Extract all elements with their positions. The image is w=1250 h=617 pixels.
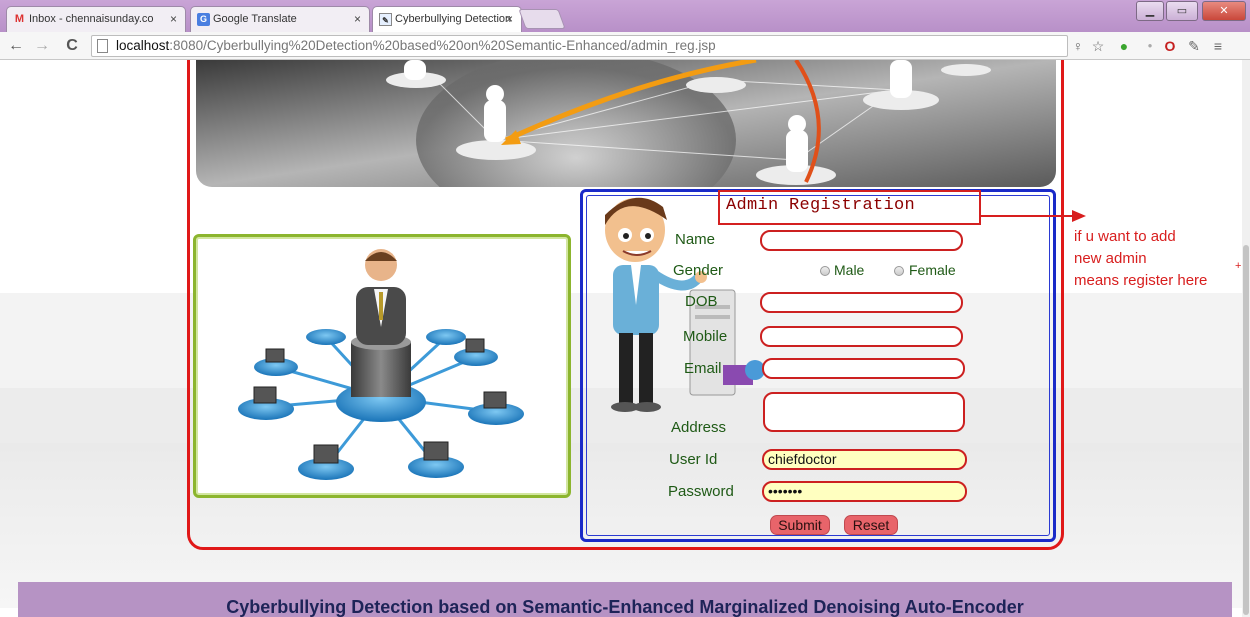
gender-label: Gender bbox=[673, 262, 724, 279]
address-bar[interactable]: localhost:8080/Cyberbullying%20Detection… bbox=[91, 35, 1068, 57]
network-illustration bbox=[193, 234, 571, 498]
annotation-line: if u want to add bbox=[1074, 228, 1176, 245]
userid-field[interactable]: chiefdoctor bbox=[762, 449, 967, 470]
eyedropper-icon[interactable]: ✎ bbox=[1184, 37, 1204, 55]
gmail-icon: M bbox=[14, 13, 25, 25]
gender-male-label: Male bbox=[834, 262, 865, 278]
gender-female-radio[interactable] bbox=[894, 266, 904, 276]
footer-title: Cyberbullying Detection based on Semanti… bbox=[226, 597, 1024, 617]
browser-toolbar: ← → C localhost:8080/Cyberbullying%20Det… bbox=[0, 32, 1250, 60]
userid-label: User Id bbox=[669, 451, 718, 468]
back-icon[interactable]: ← bbox=[6, 36, 26, 56]
tab-close-icon[interactable]: × bbox=[170, 12, 177, 26]
page-info-icon bbox=[97, 39, 108, 53]
new-tab-button[interactable] bbox=[518, 9, 566, 29]
extension-dot-icon[interactable]: ● bbox=[1140, 37, 1160, 55]
tab-google-translate[interactable]: G Google Translate × bbox=[190, 6, 370, 32]
password-label: Password bbox=[668, 483, 734, 500]
address-label: Address bbox=[671, 419, 727, 436]
tab-cyberbullying-detection[interactable]: ✎ Cyberbullying Detection × bbox=[372, 6, 522, 32]
opera-extension-icon[interactable]: O bbox=[1160, 37, 1180, 55]
cartoon-man-illustration bbox=[605, 197, 765, 412]
reset-button[interactable]: Reset bbox=[844, 515, 898, 535]
password-field[interactable]: ••••••• bbox=[762, 481, 967, 502]
name-label: Name bbox=[675, 231, 716, 248]
reload-icon[interactable]: C bbox=[62, 36, 82, 56]
tab-close-icon[interactable]: × bbox=[354, 12, 361, 26]
url-host: localhost bbox=[116, 38, 170, 53]
address-field[interactable] bbox=[763, 392, 965, 432]
email-field[interactable] bbox=[762, 358, 965, 379]
page-content: Admin Registration Name Gender DOB Mobil… bbox=[0, 60, 1242, 617]
tab-close-icon[interactable]: × bbox=[506, 12, 513, 26]
bookmark-star-icon[interactable]: ☆ bbox=[1088, 37, 1108, 55]
tab-title: Inbox - chennaisunday.co bbox=[29, 13, 154, 25]
minimize-button[interactable]: ▁ bbox=[1136, 1, 1164, 21]
name-field[interactable] bbox=[760, 230, 963, 251]
footer-bar: Cyberbullying Detection based on Semanti… bbox=[18, 582, 1232, 617]
annotation-line: means register here bbox=[1074, 272, 1208, 289]
dob-field[interactable] bbox=[760, 292, 963, 313]
evernote-extension-icon[interactable]: ● bbox=[1114, 37, 1134, 55]
annotation-plus: + bbox=[1235, 260, 1242, 272]
email-label: Email bbox=[684, 360, 722, 377]
key-icon[interactable]: ♀ bbox=[1068, 37, 1088, 55]
tab-inbox[interactable]: M Inbox - chennaisunday.co × bbox=[6, 6, 186, 32]
forward-icon[interactable]: → bbox=[32, 36, 52, 56]
url-path: :8080/Cyberbullying%20Detection%20based%… bbox=[169, 38, 716, 53]
scrollbar-thumb[interactable] bbox=[1243, 245, 1249, 615]
translate-icon: G bbox=[197, 13, 210, 26]
vertical-scrollbar[interactable] bbox=[1242, 60, 1250, 617]
window-close-button[interactable]: ✕ bbox=[1202, 1, 1246, 21]
page-icon: ✎ bbox=[379, 13, 392, 26]
restore-button[interactable]: ▭ bbox=[1166, 1, 1198, 21]
mobile-label: Mobile bbox=[683, 328, 728, 345]
tab-title: Cyberbullying Detection bbox=[395, 13, 512, 25]
mobile-field[interactable] bbox=[760, 326, 963, 347]
form-title: Admin Registration bbox=[726, 196, 916, 215]
submit-button[interactable]: Submit bbox=[770, 515, 830, 535]
annotation-arrow bbox=[980, 210, 1086, 222]
tab-title: Google Translate bbox=[213, 13, 297, 25]
browser-tab-strip: M Inbox - chennaisunday.co × G Google Tr… bbox=[0, 0, 1250, 32]
menu-icon[interactable]: ≡ bbox=[1208, 37, 1228, 55]
gender-male-radio[interactable] bbox=[820, 266, 830, 276]
annotation-line: new admin bbox=[1074, 250, 1147, 267]
gender-female-label: Female bbox=[909, 262, 956, 278]
dob-label: DOB bbox=[685, 293, 718, 310]
